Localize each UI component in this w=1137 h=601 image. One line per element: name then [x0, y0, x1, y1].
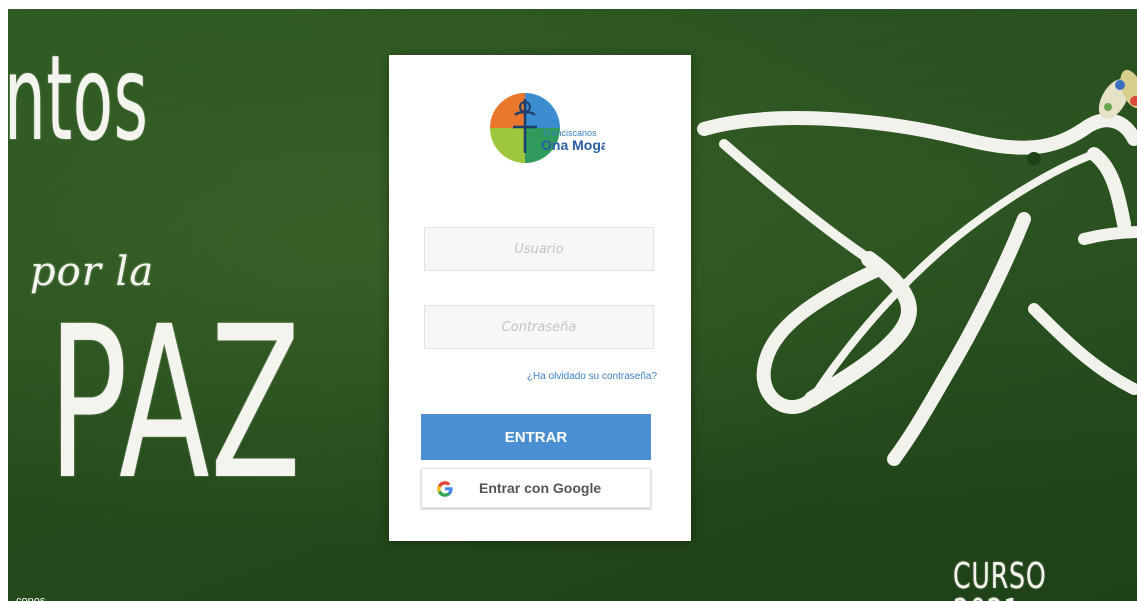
google-signin-label: Entrar con Google: [479, 480, 602, 496]
logo-line2: Ona Mogas: [541, 137, 605, 153]
corner-caption: conos: [16, 595, 46, 601]
school-logo: Franciscanos Ona Mogas: [490, 93, 605, 163]
google-icon: [437, 481, 453, 497]
login-page: ntos por la PAZ CURSO 2021 -: [0, 0, 1137, 601]
forgot-password-link[interactable]: ¿Ha olvidado su contraseña?: [527, 371, 657, 382]
dove-drawing: [697, 69, 1137, 466]
google-signin-button[interactable]: Entrar con Google: [421, 468, 651, 508]
login-card: Franciscanos Ona Mogas ¿Ha olvidado su c…: [389, 55, 691, 541]
chalk-text-paz: PAZ: [48, 281, 302, 526]
password-input[interactable]: [424, 305, 654, 349]
username-input[interactable]: [424, 227, 654, 271]
chalk-text-ntos: ntos: [8, 29, 149, 167]
login-button[interactable]: ENTRAR: [421, 414, 651, 460]
chalk-text-curso: CURSO 2021 -: [953, 556, 1047, 601]
